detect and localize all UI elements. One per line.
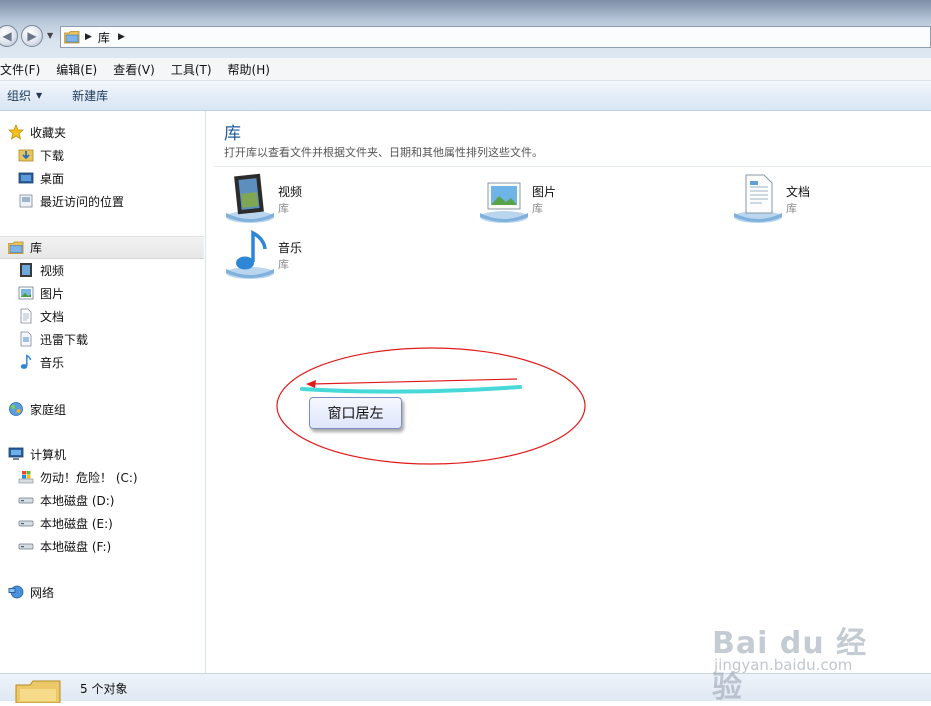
sidebar-item-favorites[interactable]: 收藏夹 <box>8 122 66 142</box>
sidebar-item-recent-places[interactable]: 最近访问的位置 <box>18 191 124 211</box>
sidebar-item-label: 视频 <box>40 263 65 278</box>
sidebar-item-label: 最近访问的位置 <box>40 194 125 209</box>
sidebar-item-label: 本地磁盘 (F:) <box>40 539 112 554</box>
item-count: 5 个对象 <box>80 682 128 696</box>
menu-tools[interactable]: 工具(T) <box>171 61 220 78</box>
window-titlebar: ◀ ▶ ▼ ▶ 库 ▶ <box>0 0 931 58</box>
sidebar-item-label: 桌面 <box>40 171 65 186</box>
downloads-document-icon <box>18 331 34 347</box>
menu-help[interactable]: 帮助(H) <box>228 61 278 78</box>
sidebar-item-label: 计算机 <box>30 447 67 462</box>
breadcrumb-chevron-icon[interactable]: ▶ <box>118 32 125 42</box>
header-divider <box>214 166 931 167</box>
command-toolbar: 组织 ▼ 新建库 <box>0 81 931 111</box>
sidebar-item-label: 本地磁盘 (E:) <box>40 516 113 531</box>
library-tile-documents[interactable]: 文档 库 <box>732 173 931 225</box>
menu-file[interactable]: 文件(F) <box>0 61 48 78</box>
library-tile-name: 视频 <box>278 185 303 199</box>
sidebar-item-label: 音乐 <box>40 355 65 370</box>
organize-label: 组织 <box>7 89 32 103</box>
navigation-pane: 收藏夹 下载 桌面 最近访问的位置 库 视频 图片 文档 迅雷下载 音乐 家庭组… <box>0 111 206 673</box>
pictures-library-icon <box>480 182 528 223</box>
library-tile-name: 音乐 <box>278 241 303 255</box>
sidebar-item-label: 本地磁盘 (D:) <box>40 493 115 508</box>
library-tile-music[interactable]: 音乐 库 <box>224 229 464 281</box>
sidebar-item-videos[interactable]: 视频 <box>18 260 64 280</box>
music-note-icon <box>18 354 34 370</box>
menu-view[interactable]: 查看(V) <box>113 61 163 78</box>
sidebar-item-homegroup[interactable]: 家庭组 <box>8 399 66 419</box>
downloads-folder-icon <box>18 147 34 163</box>
sidebar-item-drive-f[interactable]: 本地磁盘 (F:) <box>18 536 111 556</box>
sidebar-item-label: 网络 <box>30 585 55 600</box>
new-library-button[interactable]: 新建库 <box>72 87 108 104</box>
forward-button[interactable]: ▶ <box>21 25 43 47</box>
back-button[interactable]: ◀ <box>0 25 18 47</box>
page-description: 打开库以查看文件并根据文件夹、日期和其他属性排列这些文件。 <box>224 146 543 159</box>
document-icon <box>18 308 34 324</box>
library-tile-name: 图片 <box>532 185 557 199</box>
library-tile-type: 库 <box>278 202 289 215</box>
library-folder-icon <box>15 680 61 703</box>
sidebar-item-label: 收藏夹 <box>30 125 67 140</box>
library-tile-type: 库 <box>278 258 289 271</box>
sidebar-item-label: 迅雷下载 <box>40 332 89 347</box>
picture-icon <box>18 285 34 301</box>
page-title: 库 <box>224 124 241 144</box>
library-folder-icon <box>64 30 80 43</box>
sidebar-item-drive-d[interactable]: 本地磁盘 (D:) <box>18 490 114 510</box>
sidebar-item-computer[interactable]: 计算机 <box>8 444 66 464</box>
baidu-watermark: Bai du 经验 jingyan.baidu.com <box>712 616 882 705</box>
breadcrumb-chevron-icon[interactable]: ▶ <box>85 32 92 42</box>
disk-drive-icon <box>18 492 34 508</box>
computer-icon <box>8 446 24 462</box>
documents-library-icon <box>734 174 782 223</box>
homegroup-icon <box>8 401 24 417</box>
sidebar-item-desktop[interactable]: 桌面 <box>18 168 64 188</box>
sidebar-item-libraries[interactable]: 库 <box>0 236 204 259</box>
library-tile-pictures[interactable]: 图片 库 <box>478 173 718 225</box>
sidebar-item-network[interactable]: 网络 <box>8 582 54 602</box>
windows-drive-icon <box>18 469 34 485</box>
recent-places-icon <box>18 193 34 209</box>
organize-button[interactable]: 组织 ▼ <box>7 87 42 104</box>
desktop-icon <box>18 170 34 186</box>
sidebar-item-downloads[interactable]: 下载 <box>18 145 64 165</box>
library-content-pane: 库 打开库以查看文件并根据文件夹、日期和其他属性排列这些文件。 视频 库 图片 … <box>206 111 931 673</box>
sidebar-item-label: 图片 <box>40 286 65 301</box>
sidebar-item-label: 家庭组 <box>30 402 67 417</box>
sidebar-item-xunlei-downloads[interactable]: 迅雷下载 <box>18 329 88 349</box>
back-arrow-icon: ◀ <box>2 29 12 43</box>
menu-bar: 文件(F) 编辑(E) 查看(V) 工具(T) 帮助(H) <box>0 58 931 81</box>
forward-arrow-icon: ▶ <box>27 29 37 43</box>
breadcrumb-library[interactable]: 库 <box>98 29 110 46</box>
chevron-down-icon: ▼ <box>36 91 43 100</box>
annotation-callout: 窗口居左 <box>309 397 402 429</box>
star-icon <box>8 124 24 140</box>
library-tile-type: 库 <box>532 202 543 215</box>
sidebar-item-label: 库 <box>30 241 43 255</box>
video-icon <box>18 262 34 278</box>
disk-drive-icon <box>18 515 34 531</box>
sidebar-item-drive-e[interactable]: 本地磁盘 (E:) <box>18 513 113 533</box>
sidebar-item-drive-c[interactable]: 勿动！危险！ (C:) <box>18 467 138 487</box>
watermark-url: jingyan.baidu.com <box>714 656 853 674</box>
library-tile-videos[interactable]: 视频 库 <box>224 173 464 225</box>
sidebar-item-documents[interactable]: 文档 <box>18 306 64 326</box>
network-icon <box>8 584 24 600</box>
music-library-icon <box>226 230 274 279</box>
library-tile-name: 文档 <box>786 185 811 199</box>
sidebar-item-music[interactable]: 音乐 <box>18 352 64 372</box>
video-library-icon <box>226 173 274 223</box>
library-folder-icon <box>8 240 24 256</box>
recent-pages-dropdown-icon[interactable]: ▼ <box>47 31 53 40</box>
sidebar-item-label: 下载 <box>40 148 65 163</box>
disk-drive-icon <box>18 538 34 554</box>
sidebar-item-pictures[interactable]: 图片 <box>18 283 64 303</box>
library-tile-type: 库 <box>786 202 797 215</box>
address-bar[interactable]: ▶ 库 ▶ <box>60 26 931 48</box>
menu-edit[interactable]: 编辑(E) <box>56 61 105 78</box>
sidebar-item-label: 文档 <box>40 309 65 324</box>
sidebar-item-label: 勿动！危险！ (C:) <box>40 470 138 485</box>
